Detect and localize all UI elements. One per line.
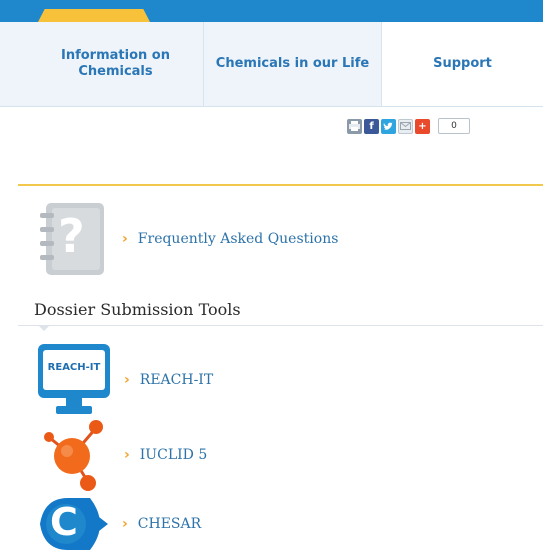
chevron-right-icon: › xyxy=(122,231,128,247)
chesar-label: CHESAR xyxy=(137,516,202,532)
molecule-icon xyxy=(40,418,112,492)
main-navigation: Information on Chemicals Chemicals in ou… xyxy=(0,22,543,107)
chesar-link[interactable]: C › CHESAR xyxy=(0,496,543,552)
reach-it-link[interactable]: REACH-IT › REACH-IT xyxy=(0,344,543,416)
iuclid-link[interactable]: › IUCLID 5 xyxy=(0,418,543,492)
faq-icon-glyph: ? xyxy=(58,209,85,263)
monitor-icon-text: REACH-IT xyxy=(47,362,101,373)
active-section-indicator xyxy=(38,9,150,22)
share-plus-icon[interactable]: + xyxy=(415,118,430,134)
section-notch xyxy=(38,325,50,331)
chesar-icon: C xyxy=(38,494,110,554)
share-toolbar: f + 0 xyxy=(347,118,470,134)
faq-icon: ? xyxy=(36,203,106,275)
twitter-icon[interactable] xyxy=(381,118,396,134)
monitor-icon: REACH-IT xyxy=(38,344,112,416)
iuclid-label: IUCLID 5 xyxy=(139,447,208,463)
section-title: Dossier Submission Tools xyxy=(34,300,241,319)
print-icon[interactable] xyxy=(347,118,362,134)
top-bar xyxy=(0,0,543,22)
chesar-icon-text: C xyxy=(50,500,78,544)
tab-label-line2: Chemicals xyxy=(78,64,153,79)
tab-label: Chemicals in our Life xyxy=(215,56,370,71)
faq-link[interactable]: ? › Frequently Asked Questions xyxy=(0,203,543,275)
share-count: 0 xyxy=(438,118,470,134)
tab-information-on-chemicals[interactable]: Information on Chemicals xyxy=(28,22,204,106)
facebook-icon[interactable]: f xyxy=(364,118,379,134)
tab-label: Support xyxy=(433,56,492,71)
section-divider xyxy=(18,325,543,326)
chevron-right-icon: › xyxy=(122,516,128,532)
tab-label-line1: Information on xyxy=(61,48,170,63)
tab-support[interactable]: Support xyxy=(382,22,543,106)
chevron-right-icon: › xyxy=(124,447,130,463)
reach-it-label: REACH-IT xyxy=(139,372,214,388)
email-icon[interactable] xyxy=(398,118,413,134)
chevron-right-icon: › xyxy=(124,372,130,388)
faq-label: Frequently Asked Questions xyxy=(137,231,339,247)
yellow-divider xyxy=(18,184,543,186)
tab-chemicals-in-our-life[interactable]: Chemicals in our Life xyxy=(204,22,382,106)
